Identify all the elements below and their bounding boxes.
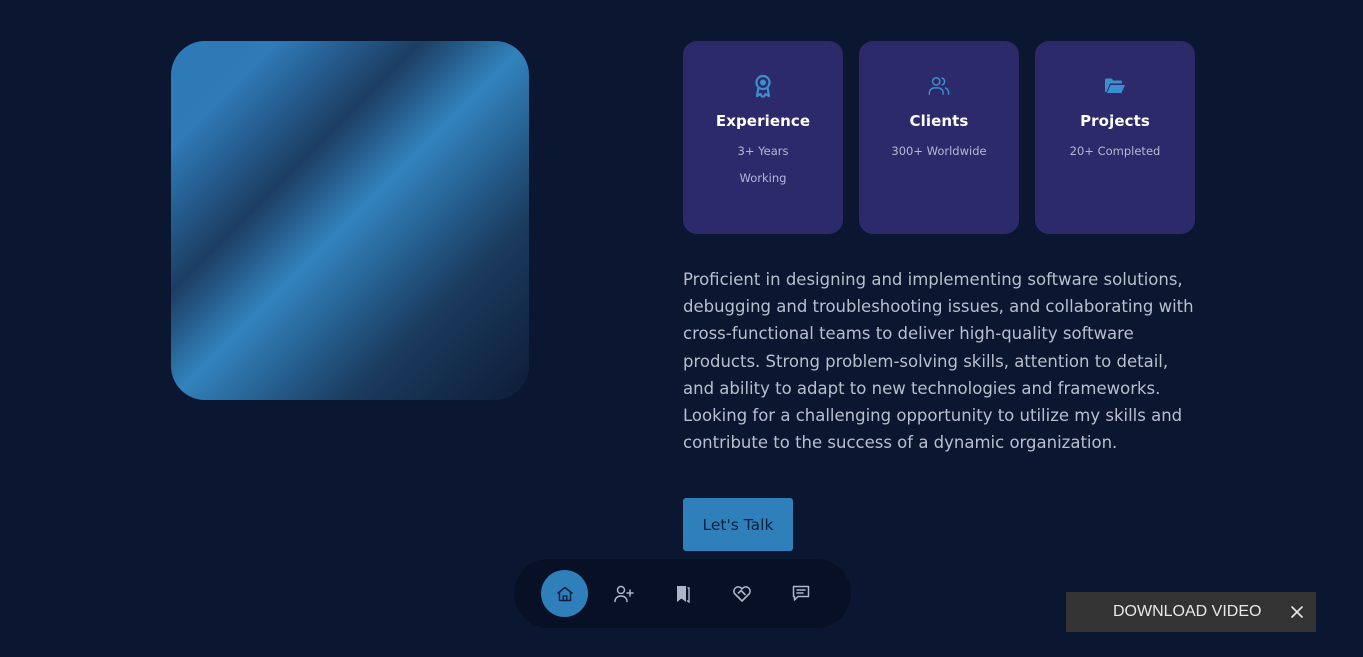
nav-experience[interactable] — [659, 570, 706, 617]
download-video-button[interactable]: DOWNLOAD VIDEO — [1113, 603, 1261, 621]
award-icon — [752, 74, 774, 98]
card-title: Projects — [1080, 112, 1150, 130]
bookmarks-icon — [676, 585, 690, 603]
card-subtitle: 300+ Worldwide — [891, 144, 987, 158]
nav-home[interactable] — [541, 570, 588, 617]
clients-card: Clients 300+ Worldwide — [859, 41, 1019, 234]
profile-image — [171, 41, 529, 400]
card-title: Clients — [909, 112, 969, 130]
projects-card: Projects 20+ Completed — [1035, 41, 1195, 234]
download-video-bar: DOWNLOAD VIDEO — [1066, 592, 1316, 632]
handshake-heart-icon — [732, 585, 751, 602]
stats-cards: Experience 3+ Years Working Clients 300+… — [683, 41, 1195, 234]
folder-open-icon — [1104, 74, 1126, 98]
users-icon — [928, 74, 950, 98]
close-button[interactable] — [1286, 601, 1308, 623]
nav-services[interactable] — [718, 570, 765, 617]
page: Experience 3+ Years Working Clients 300+… — [0, 0, 1363, 657]
nav-contact[interactable] — [777, 570, 824, 617]
user-plus-icon — [613, 585, 634, 602]
bio-text: Proficient in designing and implementing… — [683, 270, 1194, 453]
message-icon — [792, 585, 809, 601]
close-icon — [1291, 606, 1303, 618]
card-title: Experience — [715, 112, 811, 130]
bottom-nav — [514, 559, 851, 628]
experience-card: Experience 3+ Years Working — [683, 41, 843, 234]
nav-about[interactable] — [600, 570, 647, 617]
card-subtitle: 20+ Completed — [1069, 144, 1161, 158]
home-icon — [556, 586, 573, 601]
card-subtitle: 3+ Years Working — [737, 144, 789, 185]
lets-talk-button[interactable]: Let's Talk — [683, 498, 793, 551]
